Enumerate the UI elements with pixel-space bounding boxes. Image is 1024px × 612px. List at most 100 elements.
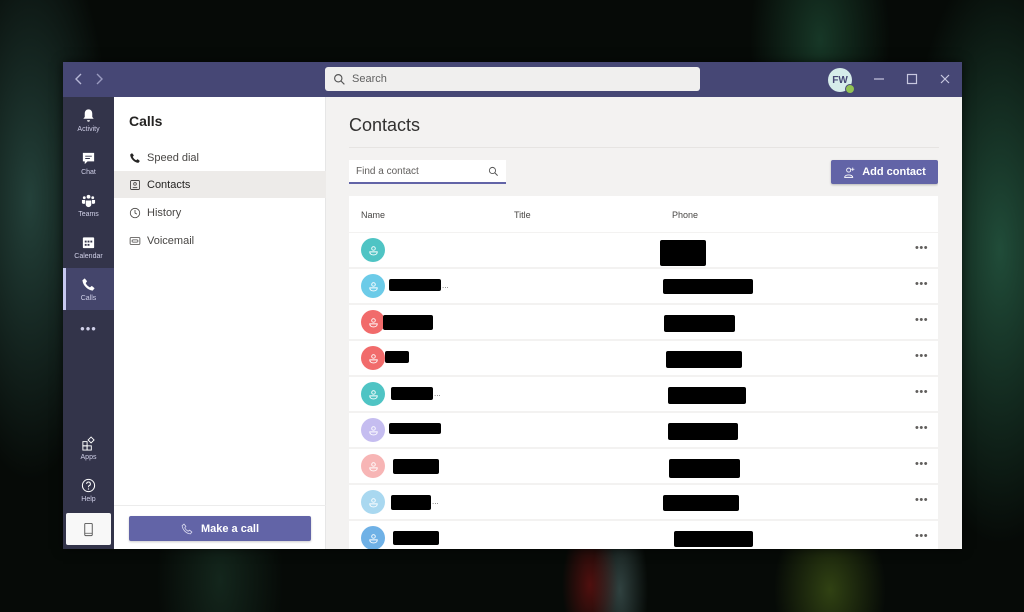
contact-avatar[interactable] — [361, 238, 385, 262]
panel-item-contacts[interactable]: Contacts — [114, 171, 326, 198]
column-header-name[interactable]: Name — [361, 210, 385, 220]
table-row[interactable]: ••• — [349, 233, 939, 267]
contact-avatar[interactable] — [361, 490, 385, 514]
rail-label: Teams — [78, 210, 99, 218]
user-avatar[interactable]: FW — [828, 68, 855, 94]
panel-item-label: Contacts — [147, 178, 191, 191]
rail-label: Chat — [81, 168, 96, 176]
mobile-device-icon — [84, 522, 93, 536]
panel-item-label: History — [147, 206, 182, 219]
calls-panel: Calls Speed dial Contacts History Voicem… — [114, 97, 326, 549]
contact-phone-redacted — [660, 240, 706, 266]
rail-item-chat[interactable]: Chat — [63, 142, 114, 184]
make-a-call-button[interactable]: Make a call — [129, 516, 311, 541]
add-contact-button[interactable]: Add contact — [831, 160, 938, 184]
row-more-options-button[interactable]: ••• — [915, 495, 928, 506]
panel-title: Calls — [129, 113, 163, 129]
contact-name-redacted — [389, 423, 441, 434]
row-more-options-button[interactable]: ••• — [915, 423, 928, 434]
panel-item-voicemail[interactable]: Voicemail — [114, 227, 326, 254]
person-icon — [368, 353, 378, 363]
page-title: Contacts — [349, 115, 421, 135]
table-row[interactable]: ••• — [349, 521, 939, 549]
contact-phone-redacted — [668, 387, 746, 404]
voicemail-icon — [129, 236, 141, 245]
table-row[interactable]: ... ••• — [349, 269, 939, 303]
find-contact-placeholder: Find a contact — [356, 165, 419, 177]
name-truncation-ellipsis: ... — [434, 389, 441, 398]
phone-icon — [181, 523, 193, 534]
table-header: Name Title Phone — [349, 196, 939, 232]
contact-phone-redacted — [663, 495, 739, 511]
clock-icon — [129, 207, 141, 218]
phone-icon — [82, 277, 95, 291]
column-header-title[interactable]: Title — [514, 210, 531, 220]
person-icon — [368, 533, 378, 543]
search-input[interactable]: Search — [325, 67, 700, 91]
rail-item-calendar[interactable]: Calendar — [63, 226, 114, 268]
panel-item-speed-dial[interactable]: Speed dial — [114, 144, 326, 171]
contact-avatar[interactable] — [361, 454, 385, 478]
device-button[interactable] — [66, 513, 111, 545]
contact-name-redacted — [391, 495, 431, 510]
person-icon — [368, 281, 378, 291]
search-icon — [488, 166, 498, 176]
contact-avatar[interactable] — [361, 382, 385, 406]
contact-name-redacted — [389, 279, 441, 291]
contact-avatar[interactable] — [361, 274, 385, 298]
chevron-right-icon — [96, 73, 103, 85]
table-row[interactable]: ••• — [349, 305, 939, 339]
row-more-options-button[interactable]: ••• — [915, 243, 928, 254]
table-row[interactable]: ... ••• — [349, 377, 939, 411]
contact-avatar[interactable] — [361, 346, 385, 370]
row-more-options-button[interactable]: ••• — [915, 351, 928, 362]
forward-button[interactable] — [91, 71, 107, 87]
rail-item-apps[interactable]: Apps — [63, 427, 114, 469]
rail-label: Apps — [80, 453, 97, 461]
table-row[interactable]: ••• — [349, 341, 939, 375]
minimize-button[interactable] — [866, 67, 892, 91]
row-more-options-button[interactable]: ••• — [915, 531, 928, 542]
contact-avatar[interactable] — [361, 310, 385, 334]
more-apps-button[interactable]: ••• — [63, 321, 114, 336]
panel-item-history[interactable]: History — [114, 199, 326, 226]
table-row[interactable]: ••• — [349, 413, 939, 447]
maximize-button[interactable] — [899, 67, 925, 91]
scrollbar-track[interactable] — [938, 159, 962, 549]
find-contact-input[interactable]: Find a contact — [349, 160, 506, 184]
table-row[interactable]: ••• — [349, 449, 939, 483]
contact-phone-redacted — [664, 315, 735, 332]
column-header-phone[interactable]: Phone — [672, 210, 698, 220]
close-button[interactable] — [932, 67, 958, 91]
row-more-options-button[interactable]: ••• — [915, 279, 928, 290]
rail-label: Help — [81, 495, 96, 503]
contact-name-redacted — [393, 531, 439, 545]
user-initials: FW — [832, 74, 848, 86]
row-more-options-button[interactable]: ••• — [915, 387, 928, 398]
rail-item-teams[interactable]: Teams — [63, 184, 114, 226]
name-truncation-ellipsis: ... — [442, 281, 449, 290]
contact-avatar[interactable] — [361, 526, 385, 549]
row-more-options-button[interactable]: ••• — [915, 459, 928, 470]
table-row[interactable]: ... ••• — [349, 485, 939, 519]
person-icon — [368, 497, 378, 507]
row-more-options-button[interactable]: ••• — [915, 315, 928, 326]
minimize-icon — [874, 78, 884, 80]
contact-phone-redacted — [663, 279, 753, 294]
person-icon — [368, 389, 378, 399]
person-icon — [368, 317, 378, 327]
maximize-icon — [906, 73, 918, 85]
panel-item-label: Voicemail — [147, 234, 195, 247]
chevron-left-icon — [75, 73, 82, 85]
contact-avatar[interactable] — [361, 418, 385, 442]
rail-item-help[interactable]: Help — [63, 469, 114, 511]
search-placeholder: Search — [352, 73, 387, 85]
rail-item-activity[interactable]: Activity — [63, 99, 114, 141]
rail-label: Calendar — [74, 252, 103, 260]
rail-item-calls[interactable]: Calls — [63, 268, 114, 310]
back-button[interactable] — [71, 71, 87, 87]
rail-label: Calls — [80, 294, 97, 302]
title-divider — [349, 147, 939, 148]
rail-label: Activity — [77, 125, 100, 133]
person-icon — [368, 461, 378, 471]
